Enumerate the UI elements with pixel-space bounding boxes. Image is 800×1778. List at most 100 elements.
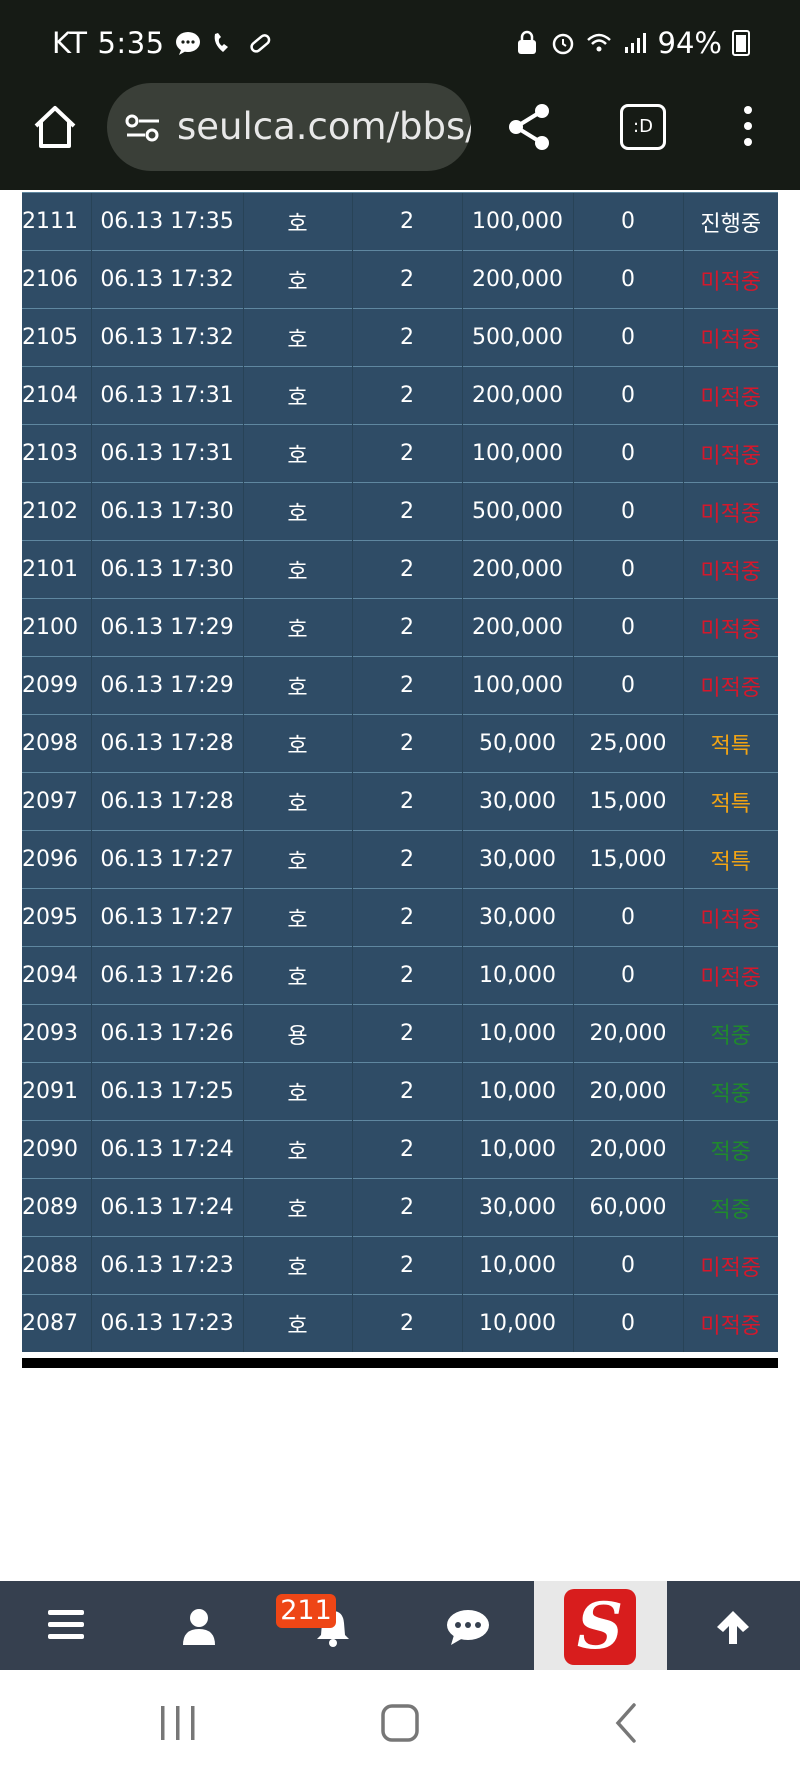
pick-cell: 호 [242,772,352,831]
row-number-cell: 2087 [22,1294,91,1352]
table-row[interactable]: 2098 06.13 17:28 호 2 50,000 25,000 적특 [22,714,778,773]
result-status-cell: 미적중 [682,540,778,599]
table-row[interactable]: 2093 06.13 17:26 용 2 10,000 20,000 적중 [22,1004,778,1063]
lock-icon [517,30,536,54]
datetime-cell: 06.13 17:32 [90,250,243,309]
profile-button[interactable] [133,1581,266,1670]
table-row[interactable]: 2101 06.13 17:30 호 2 200,000 0 미적중 [22,540,778,599]
alarm-icon [552,33,573,55]
bet-amount-cell: 100,000 [461,424,573,483]
datetime-cell: 06.13 17:25 [90,1062,243,1121]
datetime-cell: 06.13 17:28 [90,772,243,831]
tab-switcher-button[interactable]: :D [620,104,666,150]
row-number-cell: 2093 [22,1004,91,1063]
pick-cell: 호 [242,482,352,541]
recent-apps-icon[interactable] [148,1698,208,1748]
bet-amount-cell: 30,000 [461,888,573,947]
datetime-cell: 06.13 17:23 [90,1236,243,1295]
bet-amount-cell: 100,000 [461,192,573,251]
chat-button[interactable] [400,1581,533,1670]
table-row[interactable]: 2106 06.13 17:32 호 2 200,000 0 미적중 [22,250,778,309]
pick-cell: 호 [242,1178,352,1237]
result-status-cell: 미적중 [682,308,778,367]
row-number-cell: 2095 [22,888,91,947]
bet-amount-cell: 200,000 [461,540,573,599]
chat-icon [447,1610,489,1645]
top-bar: KT 5:35 94% seulca.com/bbs/ :D [0,0,800,190]
win-amount-cell: 0 [572,308,683,367]
url-text: seulca.com/bbs/ [177,105,471,148]
pill-icon [249,34,270,53]
pick-cell: 호 [242,1236,352,1295]
bet-amount-cell: 30,000 [461,830,573,889]
more-menu-icon[interactable] [738,106,758,150]
site-logo-button[interactable]: S [534,1581,667,1670]
browser-toolbar: seulca.com/bbs/ :D [0,80,800,176]
pick-cell: 호 [242,1120,352,1179]
count-cell: 2 [351,1120,462,1179]
table-row[interactable]: 2095 06.13 17:27 호 2 30,000 0 미적중 [22,888,778,947]
result-status-cell: 적특 [682,714,778,773]
table-row[interactable]: 2104 06.13 17:31 호 2 200,000 0 미적중 [22,366,778,425]
count-cell: 2 [351,598,462,657]
table-row[interactable]: 2094 06.13 17:26 호 2 10,000 0 미적중 [22,946,778,1005]
table-row[interactable]: 2100 06.13 17:29 호 2 200,000 0 미적중 [22,598,778,657]
count-cell: 2 [351,1236,462,1295]
result-status-cell: 적특 [682,830,778,889]
table-row[interactable]: 2091 06.13 17:25 호 2 10,000 20,000 적중 [22,1062,778,1121]
back-icon[interactable] [596,1698,656,1748]
signal-icon [624,33,646,53]
datetime-cell: 06.13 17:26 [90,1004,243,1063]
win-amount-cell: 0 [572,656,683,715]
bet-amount-cell: 10,000 [461,1120,573,1179]
bet-amount-cell: 200,000 [461,250,573,309]
bet-amount-cell: 30,000 [461,772,573,831]
result-status-cell: 적중 [682,1178,778,1237]
result-status-cell: 미적중 [682,946,778,1005]
scroll-top-button[interactable] [667,1581,800,1670]
table-row[interactable]: 2102 06.13 17:30 호 2 500,000 0 미적중 [22,482,778,541]
pick-cell: 호 [242,598,352,657]
pick-cell: 호 [242,308,352,367]
table-row[interactable]: 2103 06.13 17:31 호 2 100,000 0 미적중 [22,424,778,483]
win-amount-cell: 20,000 [572,1120,683,1179]
datetime-cell: 06.13 17:29 [90,656,243,715]
menu-button[interactable] [0,1581,133,1670]
site-settings-icon[interactable] [125,113,161,143]
table-row[interactable]: 2097 06.13 17:28 호 2 30,000 15,000 적특 [22,772,778,831]
datetime-cell: 06.13 17:35 [90,192,243,251]
address-bar[interactable]: seulca.com/bbs/ [107,83,471,171]
datetime-cell: 06.13 17:28 [90,714,243,773]
row-number-cell: 2098 [22,714,91,773]
row-number-cell: 2100 [22,598,91,657]
battery-icon [732,30,750,56]
table-row[interactable]: 2088 06.13 17:23 호 2 10,000 0 미적중 [22,1236,778,1295]
table-row[interactable]: 2099 06.13 17:29 호 2 100,000 0 미적중 [22,656,778,715]
table-row[interactable]: 2096 06.13 17:27 호 2 30,000 15,000 적특 [22,830,778,889]
notification-count-badge: 211 [276,1594,336,1628]
table-row[interactable]: 2087 06.13 17:23 호 2 10,000 0 미적중 [22,1294,778,1352]
message-icon [175,32,200,55]
bet-amount-cell: 200,000 [461,366,573,425]
pick-cell: 호 [242,250,352,309]
result-status-cell: 미적중 [682,424,778,483]
result-status-cell: 미적중 [682,1236,778,1295]
share-icon[interactable] [506,102,552,152]
win-amount-cell: 0 [572,192,683,251]
home-icon[interactable] [30,102,80,152]
row-number-cell: 2097 [22,772,91,831]
carrier-label: KT [52,26,88,60]
result-status-cell: 미적중 [682,366,778,425]
row-number-cell: 2091 [22,1062,91,1121]
home-nav-icon[interactable] [370,1698,430,1748]
table-row[interactable]: 2090 06.13 17:24 호 2 10,000 20,000 적중 [22,1120,778,1179]
datetime-cell: 06.13 17:30 [90,482,243,541]
result-status-cell: 미적중 [682,250,778,309]
table-row[interactable]: 2111 06.13 17:35 호 2 100,000 0 진행중 [22,192,778,251]
table-row[interactable]: 2089 06.13 17:24 호 2 30,000 60,000 적중 [22,1178,778,1237]
row-number-cell: 2090 [22,1120,91,1179]
bet-amount-cell: 30,000 [461,1178,573,1237]
table-row[interactable]: 2105 06.13 17:32 호 2 500,000 0 미적중 [22,308,778,367]
win-amount-cell: 0 [572,1236,683,1295]
datetime-cell: 06.13 17:30 [90,540,243,599]
